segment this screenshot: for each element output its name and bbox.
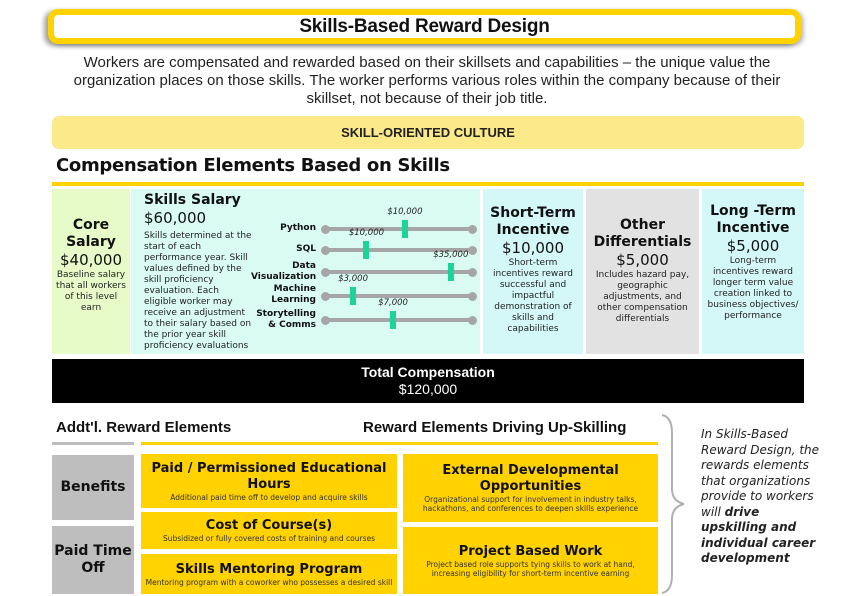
side-note-text: In Skills-Based Reward Design, the rewar… bbox=[701, 427, 820, 519]
compensation-heading: Compensation Elements Based on Skills bbox=[56, 155, 450, 176]
track-end-right bbox=[468, 291, 477, 301]
reward-item-title: Paid / Permissioned Educational Hours bbox=[151, 460, 387, 492]
reward-item-external-opportunities: External Developmental Opportunities Org… bbox=[403, 454, 658, 522]
slider-thumb[interactable] bbox=[390, 311, 397, 329]
skill-slider-machine-learning[interactable]: Machine Learning $3,000 bbox=[251, 274, 477, 307]
short-term-incentive-panel: Short-Term Incentive $10,000 Short-term … bbox=[483, 189, 583, 354]
reward-item-description: Organizational support for involvement i… bbox=[422, 495, 639, 513]
reward-item-educational-hours: Paid / Permissioned Educational Hours Ad… bbox=[141, 454, 397, 508]
additional-rewards-heading: Addt'l. Reward Elements bbox=[56, 419, 232, 436]
reward-item-title: External Developmental Opportunities bbox=[442, 463, 619, 494]
category-paid-time-off: Paid Time Off bbox=[52, 526, 134, 594]
slider-track[interactable]: $10,000 bbox=[321, 207, 477, 238]
reward-item-description: Project based role supports tying skills… bbox=[426, 559, 635, 578]
total-amount: $120,000 bbox=[398, 381, 458, 397]
reward-item-mentoring: Skills Mentoring Program Mentoring progr… bbox=[141, 554, 397, 594]
skills-salary-description: Skills determined at the start of each p… bbox=[144, 231, 252, 351]
long-term-incentive-panel: Long -Term Incentive $5,000 Long-term in… bbox=[702, 189, 804, 354]
title-banner: Skills-Based Reward Design bbox=[48, 9, 801, 44]
core-salary-amount: $40,000 bbox=[59, 251, 123, 269]
slider-value: $35,000 bbox=[433, 250, 469, 260]
track-end-left bbox=[321, 291, 330, 301]
skill-label: Data Visualization bbox=[251, 261, 317, 282]
other-differentials-panel: Other Differentials $5,000 Includes haza… bbox=[586, 189, 699, 354]
track-end-right bbox=[468, 224, 477, 234]
core-salary-title: Core Salary bbox=[66, 217, 116, 250]
category-benefits: Benefits bbox=[52, 455, 134, 520]
slider-value: $3,000 bbox=[338, 274, 368, 284]
upskilling-heading: Reward Elements Driving Up-Skilling bbox=[363, 419, 627, 436]
total-label: Total Compensation bbox=[361, 364, 495, 380]
slider-thumb[interactable] bbox=[363, 241, 370, 259]
page-title: Skills-Based Reward Design bbox=[299, 15, 550, 37]
reward-item-description: Subsidized or fully covered costs of tra… bbox=[162, 534, 376, 543]
skill-label: SQL bbox=[296, 244, 316, 254]
track-end-left bbox=[321, 245, 330, 255]
long-term-description: Long-term incentives reward longer term … bbox=[707, 256, 799, 321]
slider-thumb[interactable] bbox=[350, 287, 357, 305]
skills-salary-amount: $60,000 bbox=[144, 209, 207, 227]
slider-value: $10,000 bbox=[387, 207, 423, 217]
skill-slider-storytelling[interactable]: Storytelling & Comms $7,000 bbox=[251, 298, 477, 331]
curly-brace-icon bbox=[661, 414, 685, 594]
skills-salary-title: Skills Salary bbox=[144, 192, 241, 208]
side-note: In Skills-Based Reward Design, the rewar… bbox=[701, 427, 821, 567]
core-salary-panel: Core Salary $40,000 Baseline salary that… bbox=[52, 189, 130, 354]
slider-thumb[interactable] bbox=[447, 263, 454, 281]
long-term-title: Long -Term Incentive bbox=[710, 203, 796, 236]
other-amount: $5,000 bbox=[616, 251, 669, 269]
track-end-left bbox=[321, 315, 330, 325]
intro-text: Workers are compensated and rewarded bas… bbox=[73, 54, 781, 107]
reward-item-description: Mentoring program with a coworker who po… bbox=[145, 577, 393, 587]
track-end-right bbox=[468, 245, 477, 255]
track-end-left bbox=[321, 224, 330, 234]
reward-item-title: Skills Mentoring Program bbox=[175, 561, 363, 577]
core-salary-description: Baseline salary that all workers of this… bbox=[56, 270, 126, 313]
skill-label: Machine Learning bbox=[271, 284, 316, 305]
short-term-description: Short-term incentives reward successful … bbox=[492, 258, 573, 334]
heading-divider bbox=[52, 182, 804, 186]
slider-track[interactable]: $7,000 bbox=[321, 298, 477, 329]
skills-salary-panel: Skills Salary $60,000 Skills determined … bbox=[131, 189, 480, 354]
slider-value: $7,000 bbox=[378, 298, 408, 308]
track-end-right bbox=[468, 315, 477, 325]
total-compensation-bar: Total Compensation $120,000 bbox=[52, 359, 804, 403]
category-divider bbox=[52, 442, 134, 445]
track-end-left bbox=[321, 267, 330, 277]
reward-item-title: Project Based Work bbox=[458, 543, 603, 559]
reward-item-project-work: Project Based Work Project based role su… bbox=[403, 527, 658, 594]
upskilling-divider bbox=[141, 442, 658, 445]
other-description: Includes hazard pay, geographic adjustme… bbox=[595, 270, 690, 324]
skill-label: Storytelling & Comms bbox=[256, 309, 316, 330]
other-title: Other Differentials bbox=[593, 217, 692, 250]
culture-banner: SKILL-ORIENTED CULTURE bbox=[52, 116, 804, 149]
skill-label: Python bbox=[280, 223, 316, 233]
long-term-amount: $5,000 bbox=[726, 237, 780, 255]
short-term-title: Short-Term Incentive bbox=[490, 205, 576, 238]
reward-item-course-cost: Cost of Course(s) Subsidized or fully co… bbox=[141, 512, 397, 549]
reward-item-title: Cost of Course(s) bbox=[205, 518, 333, 533]
slider-thumb[interactable] bbox=[401, 220, 408, 238]
slider-value: $10,000 bbox=[348, 228, 385, 238]
short-term-amount: $10,000 bbox=[501, 239, 565, 257]
track-end-right bbox=[468, 267, 477, 277]
reward-item-description: Additional paid time off to develop and … bbox=[170, 492, 368, 502]
